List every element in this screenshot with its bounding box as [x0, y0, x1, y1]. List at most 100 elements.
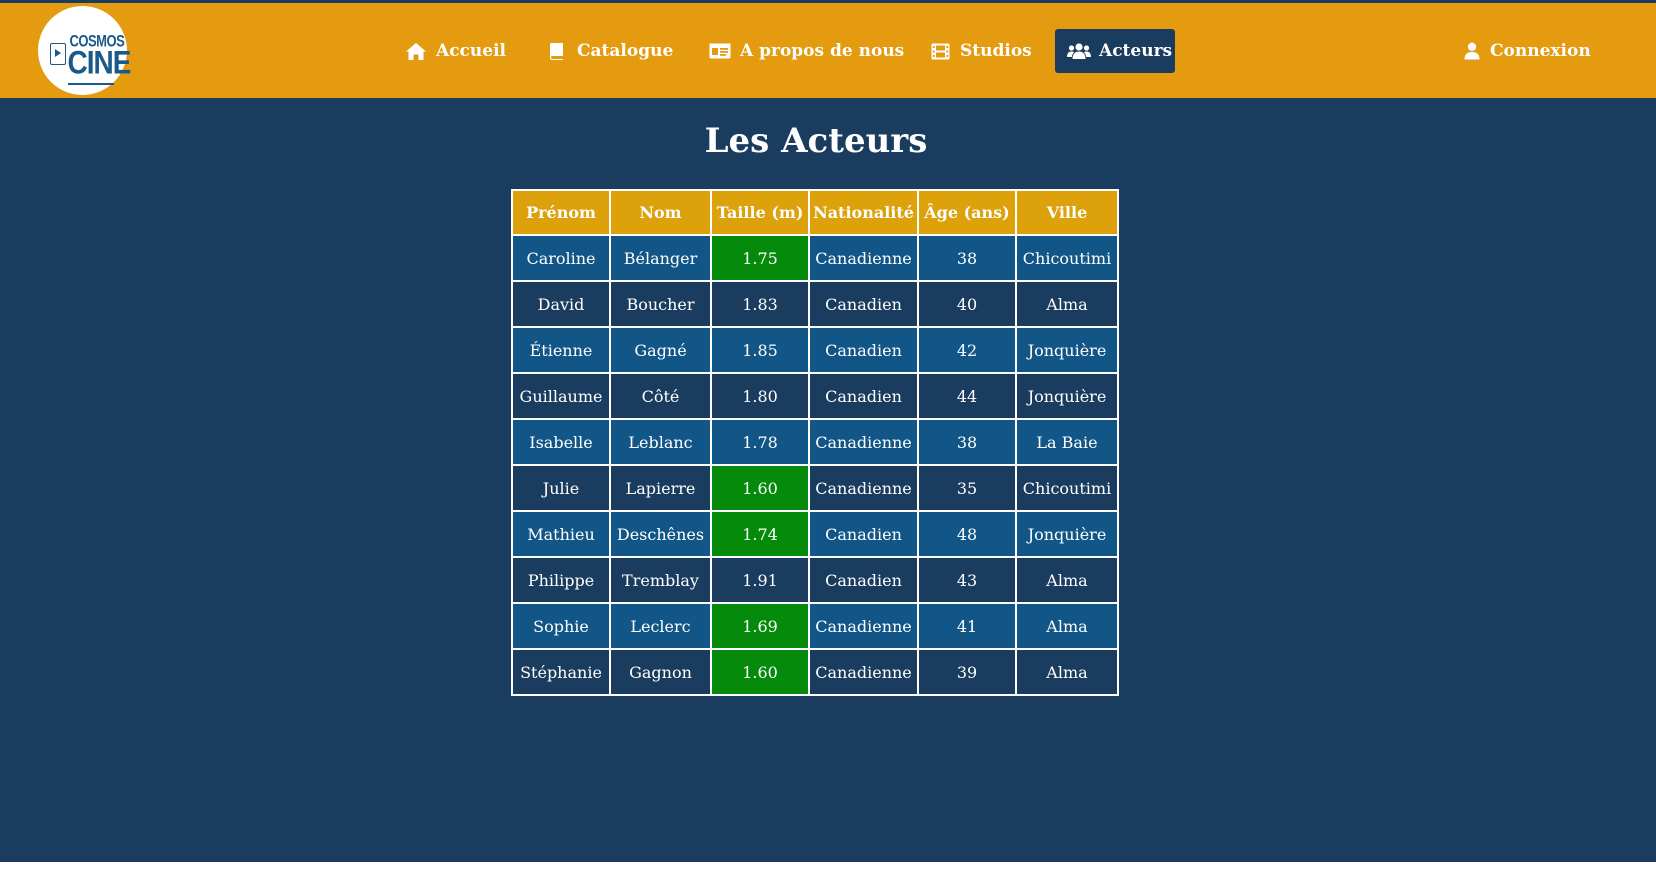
- cell-taille: 1.91: [710, 556, 810, 604]
- nav-item-label: A propos de nous: [740, 41, 905, 61]
- cell-prenom: Étienne: [511, 326, 611, 374]
- cell-age: 40: [917, 280, 1017, 328]
- column-header-age: Âge (ans): [917, 189, 1017, 236]
- cell-prenom: Julie: [511, 464, 611, 512]
- cell-prenom: Stéphanie: [511, 648, 611, 696]
- user-icon: [1463, 41, 1481, 61]
- cell-taille: 1.85: [710, 326, 810, 374]
- table-row: Étienne Gagné 1.85 Canadien 42 Jonquière: [511, 326, 1119, 374]
- cell-nationalite: Canadien: [808, 280, 919, 328]
- table-row: Philippe Tremblay 1.91 Canadien 43 Alma: [511, 556, 1119, 604]
- login-link[interactable]: Connexion: [1451, 29, 1603, 73]
- cell-prenom: Guillaume: [511, 372, 611, 420]
- navbar: COSMOS CINE Accueil Catalogue A propos d…: [0, 3, 1656, 98]
- cell-prenom: Caroline: [511, 234, 611, 282]
- cell-taille: 1.69: [710, 602, 810, 650]
- cell-age: 39: [917, 648, 1017, 696]
- table-row: Caroline Bélanger 1.75 Canadienne 38 Chi…: [511, 234, 1119, 282]
- nav-item-label: Studios: [960, 41, 1032, 61]
- logo-mark: COSMOS CINE: [48, 21, 131, 85]
- cell-nom: Gagnon: [609, 648, 712, 696]
- cell-prenom: Sophie: [511, 602, 611, 650]
- cell-taille: 1.74: [710, 510, 810, 558]
- cell-nationalite: Canadienne: [808, 648, 919, 696]
- cell-prenom: Isabelle: [511, 418, 611, 466]
- table-row: Mathieu Deschênes 1.74 Canadien 48 Jonqu…: [511, 510, 1119, 558]
- cell-ville: Jonquière: [1015, 372, 1119, 420]
- book-icon: [545, 41, 569, 61]
- cell-nationalite: Canadienne: [808, 418, 919, 466]
- cell-ville: Alma: [1015, 556, 1119, 604]
- cell-nom: Tremblay: [609, 556, 712, 604]
- cell-ville: Jonquière: [1015, 510, 1119, 558]
- cell-taille: 1.83: [710, 280, 810, 328]
- column-header-nationalite: Nationalité: [808, 189, 919, 236]
- cell-age: 44: [917, 372, 1017, 420]
- nav-item-a-propos[interactable]: A propos de nous: [696, 29, 916, 73]
- logo-underline: [67, 82, 114, 85]
- cell-nom: Leblanc: [609, 418, 712, 466]
- cell-nationalite: Canadienne: [808, 464, 919, 512]
- logo-text-bottom: CINE: [67, 44, 132, 80]
- table-row: Guillaume Côté 1.80 Canadien 44 Jonquièr…: [511, 372, 1119, 420]
- nav-item-label: Accueil: [436, 41, 506, 61]
- column-header-ville: Ville: [1015, 189, 1119, 236]
- id-card-icon: [708, 41, 732, 61]
- cell-age: 41: [917, 602, 1017, 650]
- cell-age: 38: [917, 234, 1017, 282]
- cell-taille: 1.80: [710, 372, 810, 420]
- cell-age: 43: [917, 556, 1017, 604]
- film-icon: [928, 41, 952, 61]
- cell-taille: 1.60: [710, 648, 810, 696]
- table-row: Isabelle Leblanc 1.78 Canadienne 38 La B…: [511, 418, 1119, 466]
- nav-item-studios[interactable]: Studios: [916, 29, 1044, 73]
- cell-prenom: Mathieu: [511, 510, 611, 558]
- nav-item-accueil[interactable]: Accueil: [392, 29, 518, 73]
- film-play-icon: [49, 42, 66, 65]
- cell-nom: Côté: [609, 372, 712, 420]
- cell-ville: Alma: [1015, 602, 1119, 650]
- cell-nom: Deschênes: [609, 510, 712, 558]
- cell-nationalite: Canadien: [808, 372, 919, 420]
- bottom-strip: [0, 862, 1656, 872]
- column-header-taille: Taille (m): [710, 189, 810, 236]
- table-row: Stéphanie Gagnon 1.60 Canadienne 39 Alma: [511, 648, 1119, 696]
- users-icon: [1067, 41, 1091, 61]
- cell-taille: 1.78: [710, 418, 810, 466]
- table-row: Sophie Leclerc 1.69 Canadienne 41 Alma: [511, 602, 1119, 650]
- nav-item-label: Catalogue: [577, 41, 674, 61]
- cell-ville: Chicoutimi: [1015, 464, 1119, 512]
- home-icon: [404, 41, 428, 61]
- table-row: David Boucher 1.83 Canadien 40 Alma: [511, 280, 1119, 328]
- cell-nom: Bélanger: [609, 234, 712, 282]
- cell-nom: Boucher: [609, 280, 712, 328]
- cell-nom: Leclerc: [609, 602, 712, 650]
- cell-ville: Alma: [1015, 648, 1119, 696]
- nav-item-catalogue[interactable]: Catalogue: [533, 29, 685, 73]
- login-label: Connexion: [1490, 41, 1591, 61]
- cell-taille: 1.60: [710, 464, 810, 512]
- nav-item-label: Acteurs: [1099, 41, 1173, 61]
- logo[interactable]: COSMOS CINE: [38, 6, 131, 95]
- column-header-prenom: Prénom: [511, 189, 611, 236]
- cell-nationalite: Canadien: [808, 326, 919, 374]
- cell-nationalite: Canadienne: [808, 234, 919, 282]
- cell-age: 38: [917, 418, 1017, 466]
- cell-ville: La Baie: [1015, 418, 1119, 466]
- cell-nom: Lapierre: [609, 464, 712, 512]
- cell-age: 42: [917, 326, 1017, 374]
- page-title: Les Acteurs: [704, 121, 928, 161]
- column-header-nom: Nom: [609, 189, 712, 236]
- table-row: Julie Lapierre 1.60 Canadienne 35 Chicou…: [511, 464, 1119, 512]
- cell-prenom: Philippe: [511, 556, 611, 604]
- cell-ville: Chicoutimi: [1015, 234, 1119, 282]
- cell-nationalite: Canadien: [808, 510, 919, 558]
- actors-table: Prénom Nom Taille (m) Nationalité Âge (a…: [511, 189, 1119, 696]
- cell-ville: Alma: [1015, 280, 1119, 328]
- cell-nationalite: Canadienne: [808, 602, 919, 650]
- cell-ville: Jonquière: [1015, 326, 1119, 374]
- nav-item-acteurs[interactable]: Acteurs: [1055, 29, 1175, 73]
- cell-prenom: David: [511, 280, 611, 328]
- table-header-row: Prénom Nom Taille (m) Nationalité Âge (a…: [511, 189, 1119, 236]
- cell-nom: Gagné: [609, 326, 712, 374]
